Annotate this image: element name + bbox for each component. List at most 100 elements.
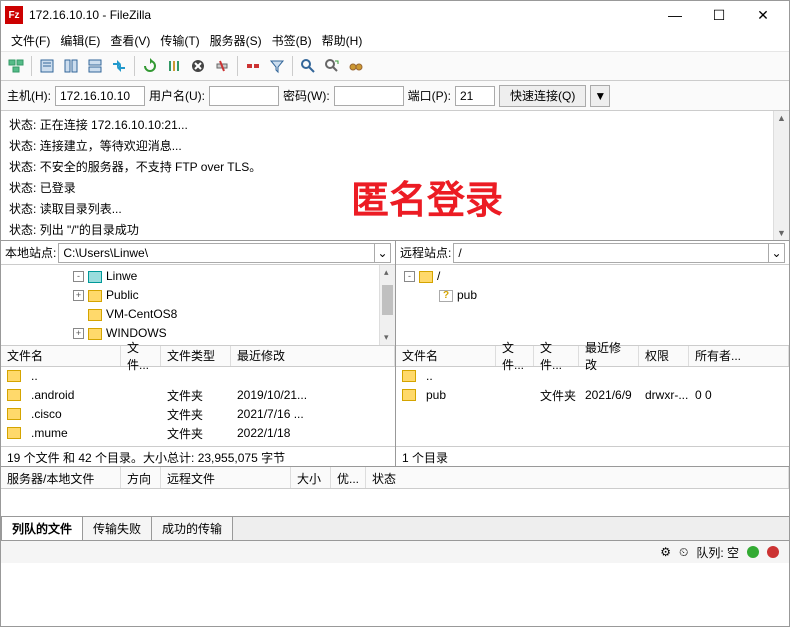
process-queue-icon[interactable] [163, 55, 185, 77]
log-panel: 状态: 正在连接 172.16.10.10:21... 状态: 连接建立，等待欢… [1, 111, 789, 241]
expander-icon[interactable]: - [404, 271, 415, 282]
col-size[interactable]: 文件... [121, 346, 161, 366]
remote-site-label: 远程站点: [400, 244, 451, 261]
menu-view[interactable]: 查看(V) [106, 30, 154, 51]
expander-icon[interactable]: + [73, 328, 84, 339]
pass-input[interactable] [334, 86, 404, 106]
col-owner[interactable]: 所有者... [689, 346, 789, 366]
local-site-label: 本地站点: [5, 244, 56, 261]
reconnect-icon[interactable] [242, 55, 264, 77]
menu-file[interactable]: 文件(F) [7, 30, 54, 51]
folder-icon [88, 290, 102, 302]
col-perm[interactable]: 权限 [639, 346, 689, 366]
local-tree-scrollbar[interactable] [379, 265, 395, 345]
toggle-queue-icon[interactable] [84, 55, 106, 77]
col-name[interactable]: 文件名 [396, 346, 496, 366]
col-status[interactable]: 状态 [366, 467, 789, 488]
queue-list[interactable] [1, 489, 789, 517]
maximize-button[interactable]: ☐ [697, 1, 741, 29]
folder-icon [419, 271, 433, 283]
tree-item-label[interactable]: Public [106, 286, 139, 305]
remote-tree[interactable]: - / ? pub [396, 265, 789, 307]
tree-item-label[interactable]: / [437, 267, 440, 286]
remote-pane: 远程站点: ⌄ -/ ?pub 文件名 文件... 文件... 最近修改 权限 … [396, 241, 789, 466]
toggle-log-icon[interactable] [36, 55, 58, 77]
activity-led-red [767, 546, 779, 558]
tree-item-label[interactable]: Linwe [106, 267, 137, 286]
expander-icon[interactable]: - [73, 271, 84, 282]
tree-item-label[interactable]: pub [457, 286, 477, 305]
local-status: 19 个文件 和 42 个目录。大小总计: 23,955,075 字节 [1, 446, 395, 466]
quick-connect-dropdown[interactable]: ▼ [590, 85, 610, 107]
close-button[interactable]: ✕ [741, 1, 785, 29]
col-size[interactable]: 文件... [496, 346, 534, 366]
port-label: 端口(P): [408, 87, 451, 104]
menu-bar: 文件(F) 编辑(E) 查看(V) 传输(T) 服务器(S) 书签(B) 帮助(… [1, 29, 789, 51]
menu-help[interactable]: 帮助(H) [318, 30, 367, 51]
list-item: .cisco文件夹2021/7/16 ... [1, 405, 395, 424]
tab-success[interactable]: 成功的传输 [151, 516, 233, 540]
tree-item-label[interactable]: WINDOWS [106, 324, 167, 343]
folder-icon [402, 370, 416, 382]
refresh-icon[interactable] [139, 55, 161, 77]
col-remote[interactable]: 远程文件 [161, 467, 291, 488]
toolbar [1, 51, 789, 81]
quick-connect-button[interactable]: 快速连接(Q) [499, 85, 586, 107]
titlebar: Fz 172.16.10.10 - FileZilla — ☐ ✕ [1, 1, 789, 29]
menu-server[interactable]: 服务器(S) [206, 30, 266, 51]
local-tree[interactable]: - Linwe + Public VM-CentOS8 + WINDOWS Windo… [1, 265, 395, 345]
col-type[interactable]: 文件... [534, 346, 579, 366]
local-path-input[interactable] [58, 243, 375, 263]
remote-file-list[interactable]: .. pub文件夹2021/6/9drwxr-...0 0 [396, 367, 789, 447]
col-type[interactable]: 文件类型 [161, 346, 231, 366]
col-modified[interactable]: 最近修改 [579, 346, 639, 366]
local-file-list[interactable]: .. .android文件夹2019/10/21... .cisco文件夹202… [1, 367, 395, 447]
local-path-dropdown[interactable]: ⌄ [375, 243, 391, 263]
port-input[interactable] [455, 86, 495, 106]
menu-edit[interactable]: 编辑(E) [56, 30, 104, 51]
minimize-button[interactable]: — [653, 1, 697, 29]
list-item: .. [396, 367, 789, 386]
remote-path-input[interactable] [453, 243, 769, 263]
col-name[interactable]: 文件名 [1, 346, 121, 366]
folder-icon [7, 389, 21, 401]
sync-browse-icon[interactable] [108, 55, 130, 77]
tree-item-label[interactable]: Windows10Upgrade [106, 343, 214, 345]
queue-status: 队列: 空 [696, 544, 739, 561]
col-size[interactable]: 大小 [291, 467, 331, 488]
col-modified[interactable]: 最近修改 [231, 346, 395, 366]
menu-transfer[interactable]: 传输(T) [156, 30, 203, 51]
menu-bookmarks[interactable]: 书签(B) [268, 30, 316, 51]
queue-tabs: 列队的文件 传输失败 成功的传输 [1, 517, 789, 541]
cancel-icon[interactable] [187, 55, 209, 77]
tree-item-label[interactable]: VM-CentOS8 [106, 305, 177, 324]
gear-icon[interactable]: ⚙ [660, 545, 671, 559]
list-item: .android文件夹2019/10/21... [1, 386, 395, 405]
col-prio[interactable]: 优... [331, 467, 366, 488]
pass-label: 密码(W): [283, 87, 330, 104]
tab-queued[interactable]: 列队的文件 [1, 516, 83, 540]
unknown-folder-icon: ? [439, 290, 453, 302]
folder-icon [7, 427, 21, 439]
lock-icon[interactable]: ⏲ [679, 545, 688, 560]
local-list-header: 文件名 文件... 文件类型 最近修改 [1, 345, 395, 367]
user-input[interactable] [209, 86, 279, 106]
col-dir[interactable]: 方向 [121, 467, 161, 488]
binoculars-icon[interactable] [345, 55, 367, 77]
folder-icon [7, 408, 21, 420]
compare-icon[interactable] [297, 55, 319, 77]
site-manager-icon[interactable] [5, 55, 27, 77]
log-scrollbar[interactable] [773, 111, 789, 240]
search-icon[interactable] [321, 55, 343, 77]
host-input[interactable] [55, 86, 145, 106]
tab-failed[interactable]: 传输失败 [82, 516, 152, 540]
toggle-tree-icon[interactable] [60, 55, 82, 77]
app-icon: Fz [5, 6, 23, 24]
remote-path-dropdown[interactable]: ⌄ [769, 243, 785, 263]
expander-icon[interactable]: + [73, 290, 84, 301]
folder-icon [88, 328, 102, 340]
window-title: 172.16.10.10 - FileZilla [29, 8, 653, 22]
filter-icon[interactable] [266, 55, 288, 77]
col-server[interactable]: 服务器/本地文件 [1, 467, 121, 488]
disconnect-icon[interactable] [211, 55, 233, 77]
